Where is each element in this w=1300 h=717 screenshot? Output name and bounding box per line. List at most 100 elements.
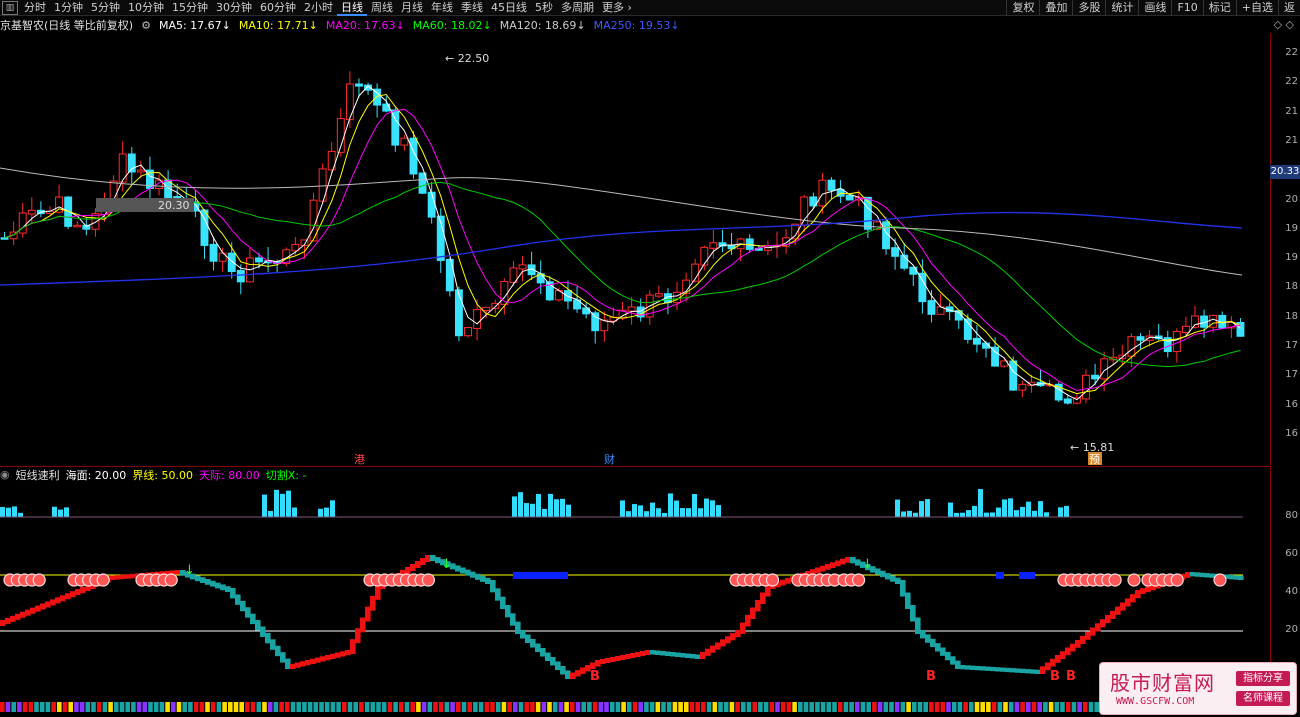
candle-body (1191, 315, 1199, 328)
period-tab[interactable]: 月线 (397, 0, 427, 16)
histogram-bar (1038, 501, 1043, 517)
candle-body (355, 83, 363, 87)
period-tab[interactable]: 15分钟 (168, 0, 212, 16)
toolbar-button[interactable]: 画线 (1138, 0, 1171, 16)
period-tab[interactable]: 日线 (337, 0, 367, 16)
color-cell (148, 702, 153, 712)
period-tab[interactable]: 60分钟 (256, 0, 300, 16)
period-tab[interactable]: 2小时 (300, 0, 337, 16)
color-cell (672, 702, 678, 712)
color-cell (518, 702, 524, 712)
layout-icon[interactable]: ▥ (2, 0, 18, 15)
toolbar-button[interactable]: F10 (1171, 0, 1202, 16)
oscillator-step (305, 660, 311, 666)
oscillator-step (1020, 668, 1026, 674)
color-cell (530, 702, 535, 712)
toolbar-button[interactable]: 标记 (1202, 0, 1236, 16)
histogram-bar (895, 499, 900, 517)
period-tab[interactable]: 周线 (367, 0, 397, 16)
period-tab[interactable]: 更多 › (598, 0, 636, 16)
oscillator-step (785, 578, 791, 584)
indicator-chart[interactable]: ↓ ↓ ↓B B B B (0, 482, 1270, 700)
oscillator-step (535, 643, 541, 652)
period-tab[interactable]: 1分钟 (50, 0, 87, 16)
price-chart[interactable]: ← 22.50← 15.8120.30港财预 (0, 33, 1270, 465)
period-tab[interactable]: 多周期 (557, 0, 598, 16)
oscillator-step (715, 642, 721, 650)
ma250-line (0, 211, 1243, 286)
oscillator-step (875, 568, 881, 575)
candle-body (1082, 374, 1090, 400)
candle-body (209, 243, 218, 262)
indicator-tianji: 天际: 80.00 (199, 468, 260, 482)
candle-body (700, 246, 709, 266)
histogram-bar (524, 503, 529, 517)
histogram-bar (1002, 499, 1007, 517)
histogram-bar (919, 501, 924, 517)
oscillator-step (550, 657, 556, 666)
oscillator-step (560, 666, 566, 675)
indicator-axis-tick: 80 (1285, 510, 1298, 521)
oscillator-step (890, 575, 896, 582)
oscillator-step (1005, 667, 1011, 673)
period-tab[interactable]: 30分钟 (212, 0, 256, 16)
histogram-bar (280, 493, 285, 517)
period-tab[interactable]: 季线 (457, 0, 487, 16)
color-cell (222, 702, 227, 712)
toolbar-button[interactable]: 返 (1278, 0, 1300, 16)
color-cell (125, 702, 130, 712)
color-cell (165, 702, 170, 712)
buy-signal-b: B (1050, 669, 1060, 684)
info-gear-icon[interactable]: ⚙ (141, 19, 151, 32)
signal-ball (1108, 573, 1122, 587)
histogram-bar (632, 504, 637, 517)
oscillator-step (990, 666, 996, 672)
color-cell (894, 702, 900, 712)
oscillator-step (480, 575, 486, 582)
candle-body (918, 272, 927, 303)
toolbar-button[interactable]: 复权 (1006, 0, 1039, 16)
indicator-name[interactable]: 短线速利 (16, 467, 60, 483)
oscillator-step (735, 630, 741, 638)
toolbar-button[interactable]: 统计 (1105, 0, 1138, 16)
oscillator-step (30, 607, 36, 614)
color-cell (855, 702, 860, 712)
color-cell (450, 702, 455, 712)
histogram-bar (954, 512, 959, 517)
signal-color-bar (0, 702, 1270, 712)
oscillator-step (1075, 640, 1081, 648)
price-axis-tick: 18 (1285, 281, 1298, 293)
signal-ball (851, 573, 866, 587)
histogram-bar (704, 498, 709, 517)
color-cell (290, 702, 296, 712)
color-cell (866, 702, 871, 712)
color-cell (330, 702, 336, 712)
candle-body (845, 194, 854, 201)
color-cell (74, 702, 79, 712)
toolbar-button[interactable]: 多股 (1072, 0, 1105, 16)
hover-price-label: 20.30 (158, 199, 190, 212)
candle-body (400, 137, 409, 146)
signal-ball (421, 573, 435, 587)
period-tab[interactable]: 年线 (427, 0, 457, 16)
toolbar-button[interactable]: +自选 (1235, 0, 1278, 16)
oscillator-step (525, 634, 531, 643)
period-tab[interactable]: 45日线 (487, 0, 531, 16)
price-axis-tick: 21 (1285, 105, 1298, 117)
oscillator-step (880, 570, 886, 578)
oscillator-step (640, 651, 646, 656)
period-tab[interactable]: 5秒 (531, 0, 557, 16)
color-cell (946, 702, 951, 712)
color-cell (535, 702, 541, 712)
indicator-qiege: 切割X: - (265, 468, 307, 482)
period-tab[interactable]: 5分钟 (87, 0, 124, 16)
period-tab[interactable]: 分时 (20, 0, 50, 16)
indicator-eye-icon[interactable]: ◉ (0, 468, 10, 481)
color-cell (923, 702, 928, 712)
window-control-icons[interactable]: ◇ ◇ (1274, 18, 1294, 31)
toolbar-button[interactable]: 叠加 (1039, 0, 1072, 16)
period-tab[interactable]: 10分钟 (124, 0, 168, 16)
histogram-bar (274, 489, 279, 517)
color-cell (758, 702, 763, 712)
oscillator-step (425, 555, 431, 562)
